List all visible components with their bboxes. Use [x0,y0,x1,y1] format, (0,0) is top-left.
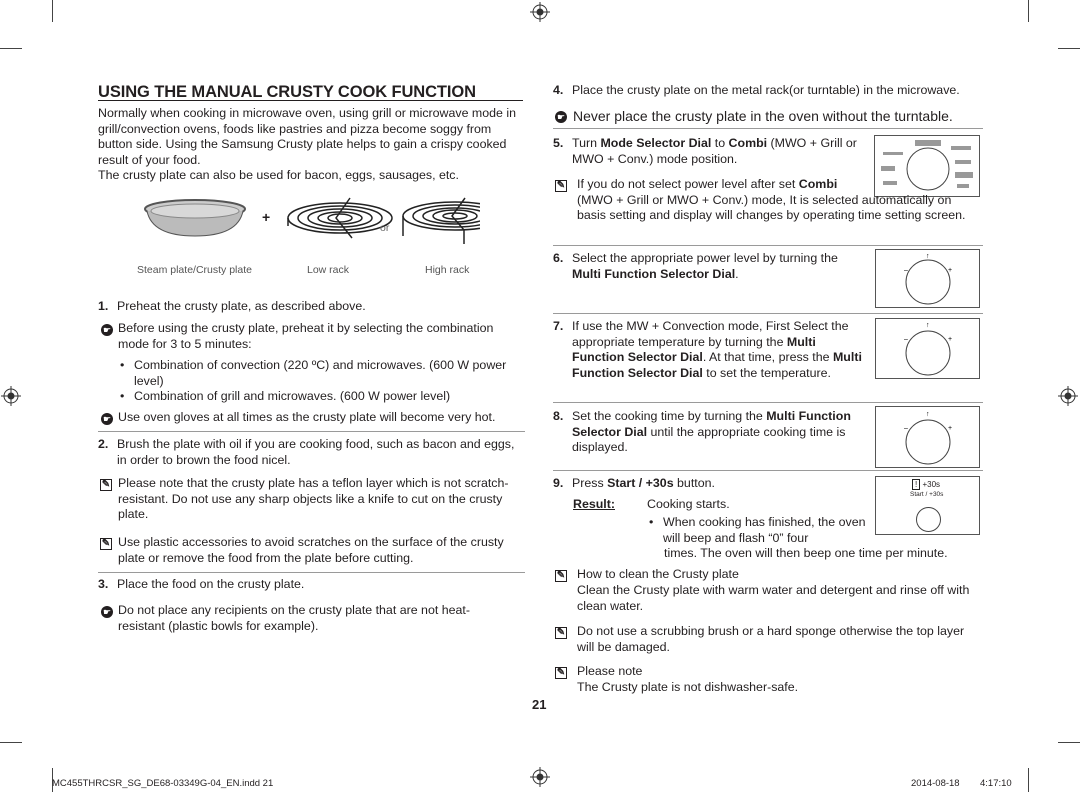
intro-paragraph: Normally when cooking in microwave oven,… [98,106,517,167]
crop-mark [0,742,22,743]
svg-text:+: + [948,267,952,274]
svg-text:↑: ↑ [926,322,930,329]
result-continuation: times. The oven will then beep one time … [664,546,948,560]
note-icon: ✎ [555,570,567,582]
page-title: USING THE MANUAL CRUSTY COOK FUNCTION [98,83,476,101]
note-icon: ✎ [555,627,567,639]
svg-text:+: + [948,425,952,432]
note-icon: ✎ [555,180,567,192]
footer-filename: MC455THRCSR_SG_DE68-03349G-04_EN.indd 21 [52,778,274,789]
multi-function-dial-image: ↑ – + [875,249,980,308]
crusty-plate-image [144,199,246,237]
result-label: Result: [573,497,615,511]
svg-text:+: + [948,336,952,343]
caution-hand-icon: ☛ [101,413,113,425]
registration-mark-icon [1058,386,1078,406]
high-rack-image [402,197,480,244]
crop-mark [52,0,53,22]
note-text: Do not use a scrubbing brush or a hard s… [577,624,965,654]
svg-text:–: – [904,267,908,274]
step-1: 1. Preheat the crusty plate, as described… [98,299,366,313]
caution-text: Never place the crusty plate in the oven… [573,108,953,124]
footer-time: 4:17:10 [980,778,1012,789]
caution-text: Do not place any recipients on the crust… [118,603,470,633]
registration-mark-icon [530,2,550,22]
step-7: 7. If use the MW + Convection mode, First… [553,319,862,380]
step-9: 9. Press Start / +30s button. [553,476,715,490]
note-text: Use plastic accessories to avoid scratch… [118,535,504,565]
note-text: If you do not select power level after s… [577,177,966,223]
caption-low-rack: Low rack [307,264,350,276]
crop-mark [0,48,22,49]
note-text: Please note that the crusty plate has a … [118,476,509,522]
step-4: 4. Place the crusty plate on the metal ra… [553,83,960,97]
result-text: Cooking starts. [647,497,730,511]
crop-mark [1058,742,1080,743]
crop-mark [1028,768,1029,792]
crop-mark [1028,0,1029,22]
accessories-illustration [144,197,480,244]
page-number: 21 [532,697,547,712]
registration-mark-icon [1,386,21,406]
caption-high-rack: High rack [425,264,470,276]
svg-text:↑: ↑ [926,411,930,418]
caution-text: Use oven gloves at all times as the crus… [118,410,496,424]
registration-mark-icon [530,767,550,787]
svg-text:↑: ↑ [926,253,930,260]
bullet-item: When cooking has finished, the oven will… [647,515,867,546]
step-5: 5. Turn Mode Selector Dial to Combi (MWO … [553,136,857,166]
bullet-item: Combination of grill and microwaves. (60… [118,389,523,405]
note-text: The Crusty plate is not dishwasher-safe. [577,680,799,694]
step-3: 3. Place the food on the crusty plate. [98,577,305,591]
plus-sign: + [262,209,271,225]
intro-paragraph: The crusty plate can also be used for ba… [98,168,459,182]
low-rack-image [287,197,393,239]
caution-text: Before using the crusty plate, preheat i… [118,321,494,351]
multi-function-dial-image: ↑ – + [875,318,980,379]
caution-hand-icon: ☛ [101,324,113,336]
step-2: 2. Brush the plate with oil if you are co… [98,437,515,467]
caution-hand-icon: ☛ [101,606,113,618]
step-8: 8. Set the cooking time by turning the Mu… [553,409,851,455]
step-6: 6. Select the appropriate power level by … [553,251,838,281]
crop-mark [1058,48,1080,49]
note-heading: How to clean the Crusty plate [577,567,739,581]
footer-date: 2014-08-18 [911,778,960,789]
note-heading: Please note [577,664,643,678]
note-text: Clean the Crusty plate with warm water a… [577,583,970,613]
caution-hand-icon: ☛ [555,111,567,123]
svg-text:–: – [904,336,908,343]
note-icon: ✎ [555,667,567,679]
bullet-item: Combination of convection (220 ºC) and m… [118,358,523,389]
note-icon: ✎ [100,538,112,550]
multi-function-dial-image: ↑ – + [875,406,980,468]
note-icon: ✎ [100,479,112,491]
or-label: or [380,222,390,234]
start-button-image: ! +30s Start / +30s [875,476,980,535]
svg-text:–: – [904,425,908,432]
caption-crusty-plate: Steam plate/Crusty plate [137,264,252,276]
